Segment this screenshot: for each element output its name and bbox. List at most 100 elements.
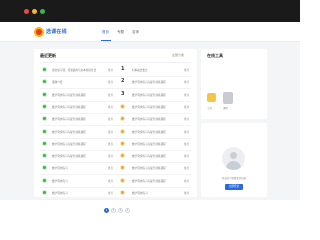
item-title-left[interactable]: 数学同步练习与提升训练课程: [52, 142, 104, 146]
maximize-window-button[interactable]: [40, 9, 45, 14]
list-item[interactable]: 课题介绍 推荐 2 数学同步练习与提升训练课程 推荐: [40, 78, 191, 90]
status-dot-icon: [42, 177, 47, 183]
list-item[interactable]: 数学同步练习与提升训练课程 推荐 数学同步练习与提升训练课程 推荐: [40, 115, 191, 127]
list-item[interactable]: 数学同步练习 推荐 数学同步练习与提升训练课程 推荐: [40, 164, 191, 176]
item-title-left[interactable]: 课题介绍: [52, 80, 104, 84]
tools-card: 在线工具 工具 课程: [201, 49, 267, 119]
item-tag-right: 推荐: [184, 130, 190, 134]
logo-text[interactable]: 选课在线: [46, 28, 67, 35]
minimize-window-button[interactable]: [32, 9, 37, 14]
top-nav: 选课在线 首页 专题 名师: [0, 22, 300, 42]
item-title-right[interactable]: 数学同步练习与提升训练课程: [132, 93, 176, 97]
item-title-left[interactable]: 数学同步练习: [52, 179, 104, 183]
tool-label-2: 课程: [223, 107, 228, 110]
status-dot-icon: [42, 190, 47, 195]
list-item[interactable]: 语文复习课：词语运用与文本阅读方法 推荐 1 时事政治要点 推荐: [40, 66, 191, 77]
list-item[interactable]: 数学同步练习 推荐 数学同步练习与提升训练课程 推荐: [40, 177, 191, 188]
item-title-left[interactable]: 数学同步练习: [52, 166, 104, 170]
row-divider: [40, 162, 191, 164]
tools-title: 在线工具: [207, 53, 223, 58]
item-icon: [120, 116, 125, 122]
row-divider: [40, 137, 191, 139]
item-tag-left: 推荐: [108, 93, 114, 97]
login-button[interactable]: 立即登录: [225, 184, 243, 190]
item-title-right[interactable]: 数学同步练习: [132, 191, 176, 195]
item-title-right[interactable]: 时事政治要点: [132, 68, 176, 72]
list-item[interactable]: 数学同步练习 推荐 数学同步练习 推荐: [40, 189, 191, 200]
window-titlebar: [0, 0, 300, 22]
item-tag-left: 推荐: [108, 130, 114, 134]
row-divider: [40, 125, 191, 127]
item-tag-right: 推荐: [184, 118, 190, 122]
item-tag-right: 推荐: [184, 69, 190, 72]
item-icon: [120, 103, 125, 109]
item-title-left[interactable]: 数学同步练习与提升训练课程: [52, 130, 104, 134]
item-tag-left: 推荐: [108, 192, 114, 195]
page-button-4[interactable]: 4: [125, 208, 130, 213]
item-title-right[interactable]: 数学同步练习与提升训练课程: [132, 142, 176, 146]
sidebar: 在线工具 工具 课程 登录后可查看更多功能 立即登录: [201, 49, 267, 197]
rank-number: 2: [121, 78, 125, 85]
status-dot-icon: [42, 67, 47, 72]
item-title-right[interactable]: 数学同步练习与提升训练课程: [132, 154, 176, 158]
item-title-right[interactable]: 数学同步练习与提升训练课程: [132, 179, 176, 183]
item-title-right[interactable]: 数学同步练习与提升训练课程: [132, 80, 176, 84]
item-icon: [120, 140, 125, 146]
item-title-right[interactable]: 数学同步练习与提升训练课程: [132, 117, 176, 121]
avatar-placeholder-icon: [222, 147, 245, 170]
list-item[interactable]: 数学同步练习与提升训练课程 推荐 数学同步练习与提升训练课程 推荐: [40, 103, 191, 114]
recent-updates-panel: 最近更新 全部分类 语文复习课：词语运用与文本阅读方法 推荐 1 时事政治要点 推荐 课题…: [34, 49, 197, 213]
item-tag-left: 推荐: [108, 69, 114, 72]
item-tag-left: 推荐: [108, 118, 114, 122]
nav-active-indicator: [101, 40, 111, 41]
item-title-right[interactable]: 数学同步练习与提升训练课程: [132, 130, 176, 134]
row-divider: [40, 149, 191, 151]
login-note: 登录后可查看更多功能: [222, 177, 246, 180]
rank-number: 3: [121, 90, 125, 97]
category-filter[interactable]: 全部分类: [172, 53, 184, 57]
row-divider: [40, 174, 191, 176]
page-button-2[interactable]: 2: [111, 208, 116, 213]
item-icon: [120, 190, 125, 195]
logo-icon[interactable]: [34, 27, 44, 37]
tool-icon-yellow[interactable]: [207, 93, 216, 102]
status-dot-icon: [42, 79, 47, 85]
page-button-3[interactable]: 3: [118, 208, 123, 213]
page: 选课在线 首页 专题 名师 最近更新 全部分类 语文复习课：词语运用与文本阅读方…: [0, 22, 300, 213]
status-dot-icon: [42, 153, 47, 159]
nav-item-teachers[interactable]: 名师: [132, 30, 139, 35]
divider: [40, 62, 191, 63]
list-item[interactable]: 数学同步练习与提升训练课程 推荐 数学同步练习与提升训练课程 推荐: [40, 140, 191, 151]
row-divider: [40, 199, 191, 200]
item-title-right[interactable]: 数学同步练习与提升训练课程: [132, 166, 176, 170]
item-title-right[interactable]: 数学同步练习与提升训练课程: [132, 105, 176, 109]
item-title-left[interactable]: 数学同步练习: [52, 191, 104, 195]
list-item[interactable]: 数学同步练习与提升训练课程 推荐 数学同步练习与提升训练课程 推荐: [40, 152, 191, 164]
item-tag-left: 推荐: [108, 105, 114, 109]
nav-item-topics[interactable]: 专题: [117, 30, 124, 35]
item-tag-right: 推荐: [184, 142, 190, 146]
tool-icon-gray[interactable]: [223, 92, 233, 104]
nav-item-home[interactable]: 首页: [102, 30, 109, 35]
item-title-left[interactable]: 数学同步练习与提升训练课程: [52, 105, 104, 109]
item-tag-right: 推荐: [184, 93, 190, 97]
list-item[interactable]: 数学同步练习与提升训练课程 推荐 数学同步练习与提升训练课程 推荐: [40, 128, 191, 139]
status-dot-icon: [42, 140, 47, 146]
item-tag-right: 推荐: [184, 155, 190, 159]
list-item[interactable]: 数学同步练习与提升训练课程 推荐 3 数学同步练习与提升训练课程 推荐: [40, 90, 191, 102]
item-tag-left: 推荐: [108, 155, 114, 159]
item-tag-right: 推荐: [184, 105, 190, 109]
status-dot-icon: [42, 116, 47, 122]
page-button-1[interactable]: 1: [104, 208, 109, 213]
item-title-left[interactable]: 数学同步练习与提升训练课程: [52, 93, 104, 97]
item-title-left[interactable]: 语文复习课：词语运用与文本阅读方法: [52, 68, 104, 72]
avatar-body: [226, 161, 241, 170]
row-divider: [40, 88, 191, 90]
item-title-left[interactable]: 数学同步练习与提升训练课程: [52, 154, 104, 158]
close-window-button[interactable]: [24, 9, 29, 14]
item-tag-left: 推荐: [108, 179, 114, 183]
avatar-head: [230, 152, 237, 159]
row-divider: [40, 100, 191, 102]
pagination: 1234: [104, 208, 144, 214]
item-title-left[interactable]: 数学同步练习与提升训练课程: [52, 117, 104, 121]
